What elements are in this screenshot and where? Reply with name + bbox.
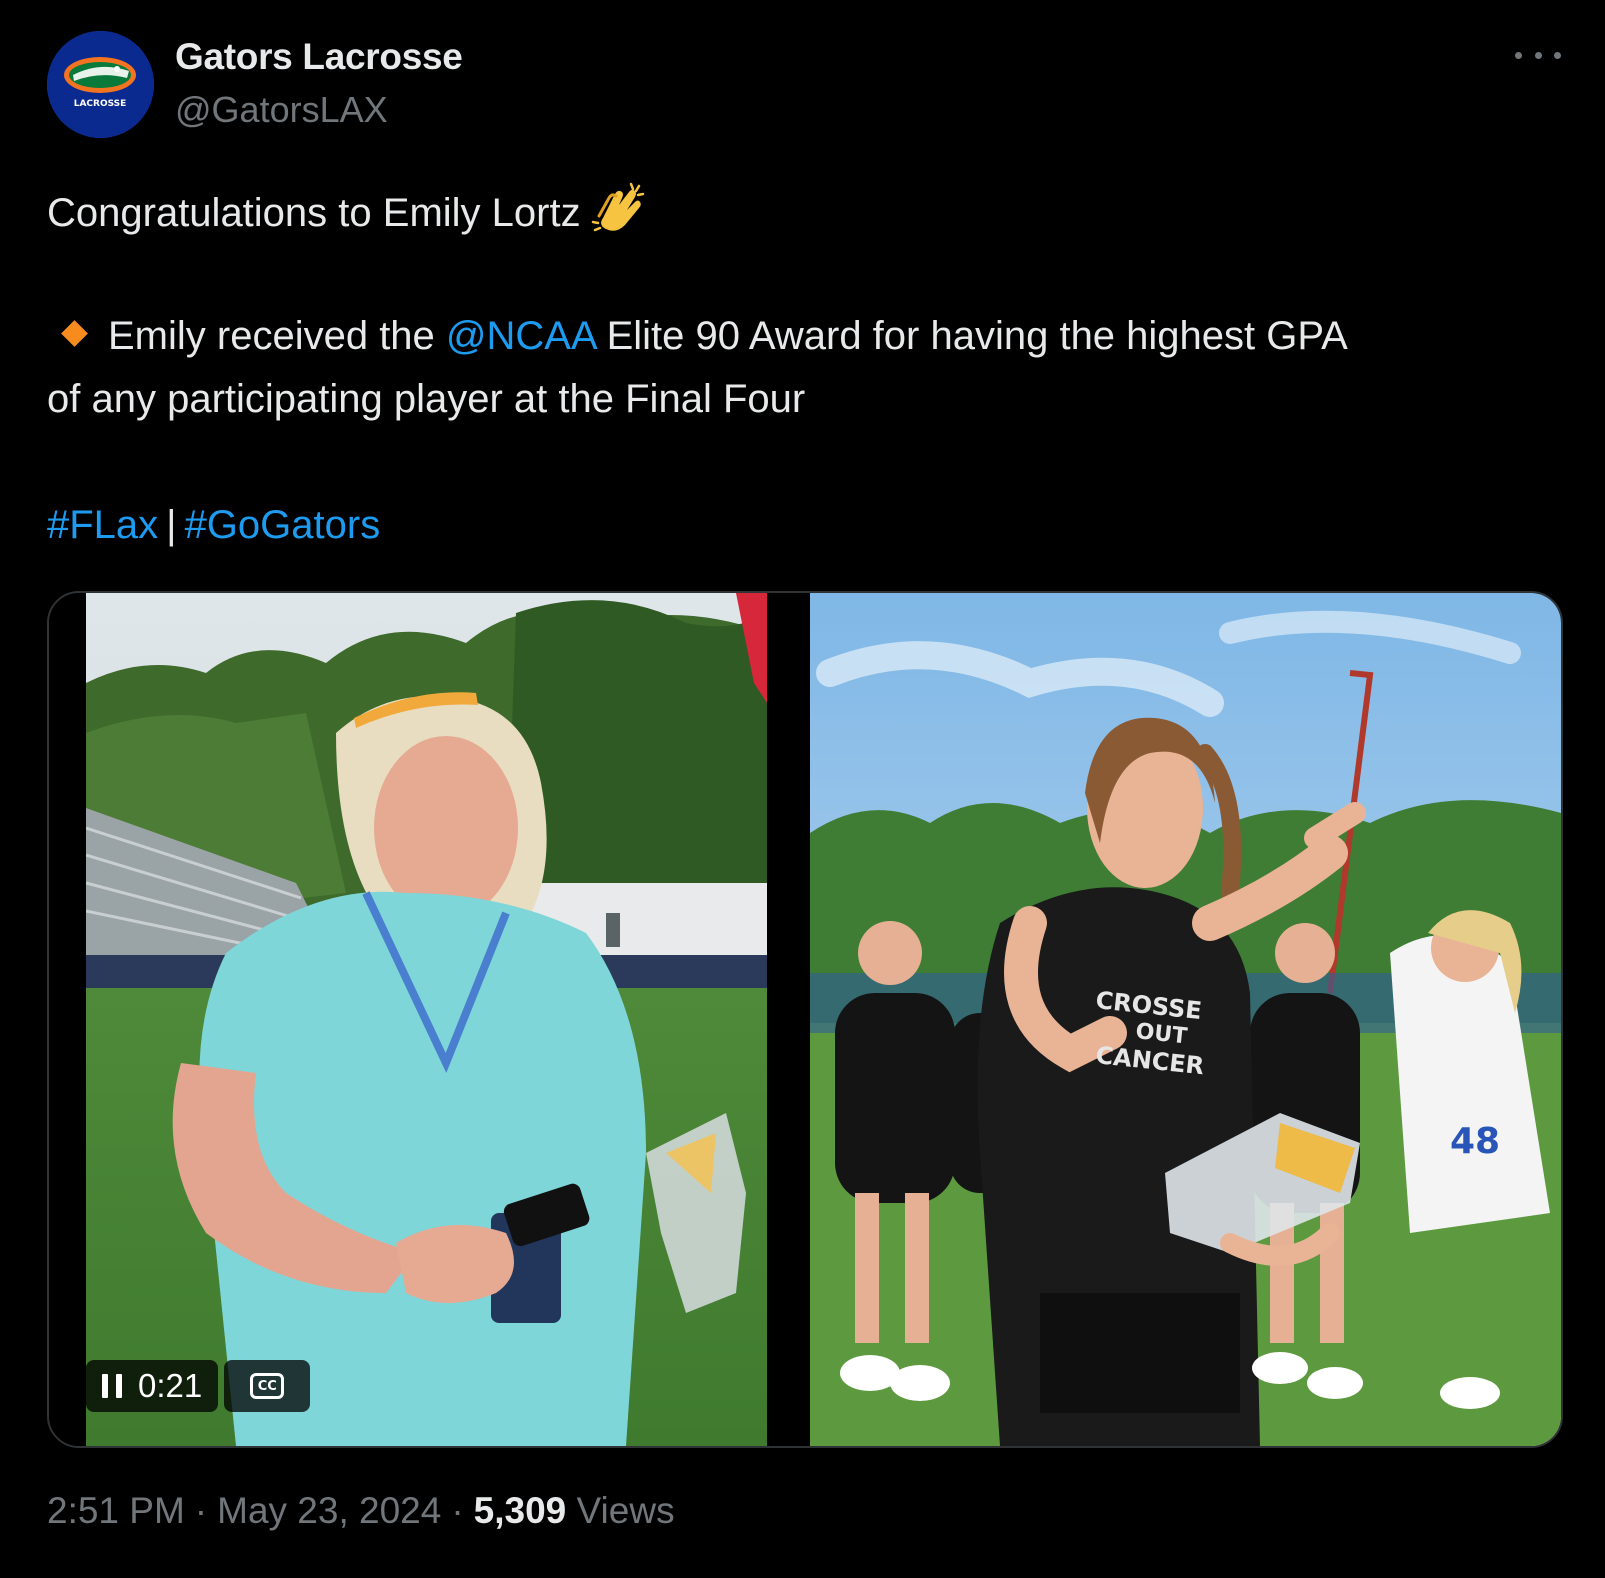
video-controls: 0:21 CC bbox=[86, 1360, 311, 1412]
post-date[interactable]: May 23, 2024 bbox=[217, 1490, 441, 1531]
views-label: Views bbox=[576, 1490, 675, 1531]
photo[interactable]: 48 CROSSE OUT CANCER bbox=[810, 593, 1561, 1446]
cc-icon: CC bbox=[250, 1373, 285, 1399]
video-frame[interactable] bbox=[86, 593, 767, 1446]
congratulations-text: Congratulations to Emily Lortz bbox=[47, 191, 581, 235]
more-options-icon[interactable] bbox=[1515, 40, 1561, 70]
award-text-end: Elite 90 Award for having the highest GP… bbox=[606, 314, 1348, 358]
tweet-metadata: 2:51 PM · May 23, 2024 · 5,309 Views bbox=[47, 1490, 675, 1532]
hashtag-flax-link[interactable]: #FLax bbox=[47, 503, 158, 547]
ncaa-mention-link[interactable]: @NCAA bbox=[446, 314, 596, 358]
pause-button[interactable]: 0:21 bbox=[86, 1360, 219, 1412]
user-handle[interactable]: @GatorsLAX bbox=[175, 89, 388, 131]
tweet: LACROSSE Gators Lacrosse @GatorsLAX Cong… bbox=[0, 0, 1605, 1578]
cc-label: CC bbox=[257, 1378, 277, 1394]
hashtag-gogators-link[interactable]: #GoGators bbox=[185, 503, 381, 547]
video-player[interactable]: 0:21 CC bbox=[49, 593, 767, 1446]
svg-text:48: 48 bbox=[1450, 1121, 1500, 1162]
post-time[interactable]: 2:51 PM bbox=[47, 1490, 185, 1531]
captions-button[interactable]: CC bbox=[224, 1360, 311, 1412]
clapping-hands-icon bbox=[591, 182, 644, 232]
views-count: 5,309 bbox=[473, 1490, 567, 1531]
separator-dot: · bbox=[194, 1490, 208, 1531]
text-line-1: Congratulations to Emily Lortz bbox=[47, 180, 647, 245]
video-still-image bbox=[86, 593, 767, 1446]
display-name[interactable]: Gators Lacrosse bbox=[175, 36, 463, 78]
photo-image: 48 CROSSE OUT CANCER bbox=[810, 593, 1561, 1446]
hashtags-line: #FLax | #GoGators bbox=[47, 494, 380, 557]
video-timestamp: 0:21 bbox=[138, 1367, 203, 1404]
media-grid: 0:21 CC 48 CROSSE OUT CANCER bbox=[47, 591, 1563, 1448]
gator-logo-icon: LACROSSE bbox=[47, 31, 154, 138]
separator-dot: · bbox=[451, 1490, 464, 1531]
hashtag-separator: | bbox=[166, 503, 177, 547]
text-line-3: of any participating player at the Final… bbox=[47, 377, 806, 421]
orange-diamond-icon bbox=[61, 320, 88, 347]
award-text-start: Emily received the bbox=[108, 314, 435, 358]
avatar[interactable]: LACROSSE bbox=[47, 31, 154, 138]
text-line-2: Emily received the @NCAA Elite 90 Award … bbox=[47, 305, 1348, 368]
svg-text:LACROSSE: LACROSSE bbox=[74, 99, 127, 109]
pause-icon bbox=[102, 1374, 122, 1398]
